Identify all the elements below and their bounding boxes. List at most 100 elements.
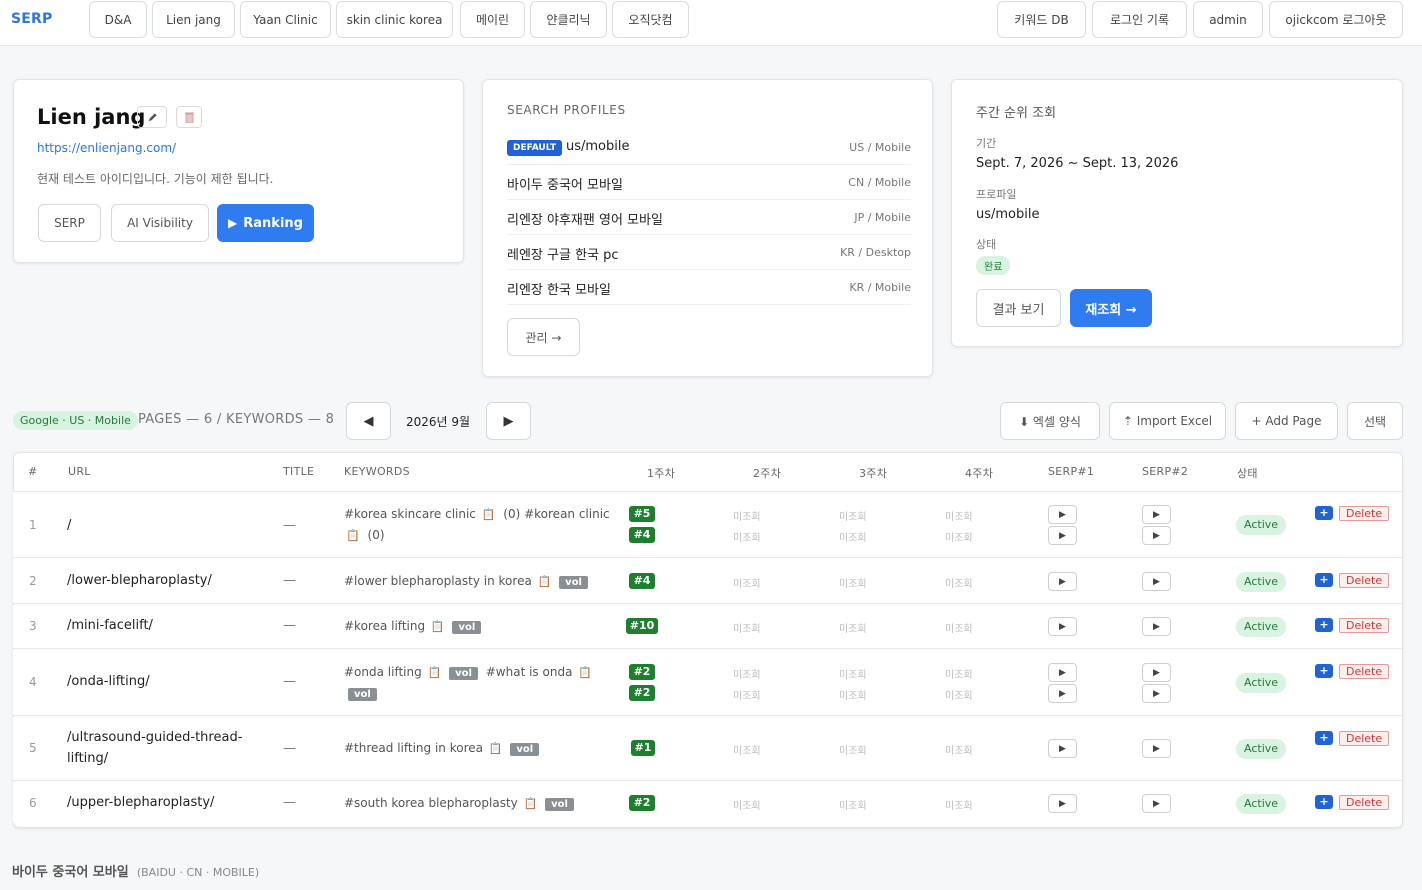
row-keywords-line2: vol [344,686,377,701]
row-url[interactable]: / [67,518,71,533]
excel-template-button[interactable]: ⬇ 엑셀 양식 [1000,402,1100,440]
row-url-line2[interactable]: lifting/ [67,751,108,766]
play-icon[interactable]: ▶ [1142,572,1171,591]
profile-row[interactable]: 리엔장 한국 모바일 KR / Mobile [507,270,911,305]
delete-button[interactable]: Delete [1339,664,1390,679]
vol-badge[interactable]: vol [510,743,540,756]
keyword-text[interactable]: #thread lifting in korea [344,741,483,755]
manage-profiles-button[interactable]: 관리 → [507,318,580,356]
row-number: 4 [29,675,37,689]
import-excel-button[interactable]: ⇡ Import Excel [1109,402,1226,440]
status-badge: Active [1236,673,1287,693]
select-button[interactable]: 선택 [1347,402,1403,440]
clipboard-icon[interactable]: 📋 [538,575,552,588]
clipboard-icon[interactable]: 📋 [428,666,442,679]
play-icon[interactable]: ▶ [1048,739,1077,758]
keyword-text[interactable]: #onda lifting [344,665,422,679]
prev-month-button[interactable]: ◀ [346,402,391,440]
nav-tab-skin-clinic-korea[interactable]: skin clinic korea [336,1,453,38]
play-icon[interactable]: ▶ [1142,794,1171,813]
nav-tab-lien-jang[interactable]: Lien jang [152,1,235,38]
delete-button[interactable]: Delete [1339,795,1390,810]
ai-visibility-button[interactable]: AI Visibility [111,204,209,242]
play-icon[interactable]: ▶ [1142,684,1171,703]
add-keyword-button[interactable]: + [1315,573,1333,587]
add-keyword-button[interactable]: + [1315,506,1333,520]
clipboard-icon[interactable]: 📋 [524,797,538,810]
delete-site-button[interactable] [176,106,202,128]
profile-name: 리엔장 한국 모바일 [507,283,611,298]
delete-button[interactable]: Delete [1339,731,1390,746]
keyword-text[interactable]: #what is onda [486,665,573,679]
row-number: 3 [29,619,37,633]
vol-badge[interactable]: vol [348,688,377,701]
nav-admin[interactable]: admin [1193,1,1263,38]
play-icon[interactable]: ▶ [1048,684,1077,703]
keyword-text[interactable]: #south korea blepharoplasty [344,796,518,810]
row-url[interactable]: /ultrasound-guided-thread- [67,730,242,745]
rank-badge: #2 [629,795,655,811]
delete-button[interactable]: Delete [1339,506,1390,521]
col-header-keywords: KEYWORDS [344,465,410,478]
status-badge: Active [1236,515,1287,535]
row-url[interactable]: /mini-facelift/ [67,618,153,633]
play-icon[interactable]: ▶ [1142,739,1171,758]
edit-button[interactable] [137,106,167,128]
nav-tab-da[interactable]: D&A [89,1,147,38]
top-nav: SERP D&A Lien jang Yaan Clinic skin clin… [0,0,1422,46]
nav-tab-yaan-clinic-kr[interactable]: 얀클리닉 [530,1,607,38]
nav-keyword-db[interactable]: 키워드 DB [997,1,1086,38]
vol-badge[interactable]: vol [452,621,482,634]
nav-tab-yaan-clinic[interactable]: Yaan Clinic [240,1,331,38]
add-keyword-button[interactable]: + [1315,731,1333,745]
nav-login-history[interactable]: 로그인 기록 [1092,1,1187,38]
keyword-text[interactable]: #lower blepharoplasty in korea [344,574,532,588]
profile-row[interactable]: 레엔장 구글 한국 pc KR / Desktop [507,235,911,270]
play-icon[interactable]: ▶ [1048,505,1077,524]
clipboard-icon[interactable]: 📋 [578,666,592,679]
ranking-button[interactable]: ▶ Ranking [217,204,314,242]
play-icon[interactable]: ▶ [1048,526,1077,545]
row-keywords: #thread lifting in korea 📋 vol [344,741,540,756]
brand-logo[interactable]: SERP [11,11,53,27]
play-icon[interactable]: ▶ [1048,794,1077,813]
delete-button[interactable]: Delete [1339,618,1390,633]
vol-badge[interactable]: vol [545,798,574,811]
add-keyword-button[interactable]: + [1315,618,1333,632]
clipboard-icon[interactable]: 📋 [431,620,445,633]
row-url[interactable]: /lower-blepharoplasty/ [67,573,212,588]
clipboard-icon[interactable]: 📋 [346,529,360,542]
keyword-text[interactable]: #korean clinic [524,507,610,521]
nav-tab-meirin[interactable]: 메이린 [460,1,525,38]
row-url[interactable]: /onda-lifting/ [67,674,150,689]
next-month-button[interactable]: ▶ [486,402,531,440]
view-results-button[interactable]: 결과 보기 [976,289,1061,327]
play-icon[interactable]: ▶ [1142,526,1171,545]
add-page-button[interactable]: + Add Page [1235,402,1338,440]
weekly-rank-card: 주간 순위 조회 기간 Sept. 7, 2026 ~ Sept. 13, 20… [951,79,1403,347]
play-icon[interactable]: ▶ [1048,663,1077,682]
vol-badge[interactable]: vol [449,667,478,680]
add-keyword-button[interactable]: + [1315,795,1333,809]
play-icon[interactable]: ▶ [1142,505,1171,524]
play-icon[interactable]: ▶ [1048,572,1077,591]
play-icon[interactable]: ▶ [1048,617,1077,636]
vol-badge[interactable]: vol [559,576,588,589]
nav-logout[interactable]: ojickcom 로그아웃 [1269,1,1403,38]
profile-row[interactable]: DEFAULT us/mobile US / Mobile [507,130,911,165]
clipboard-icon[interactable]: 📋 [482,508,496,521]
clipboard-icon[interactable]: 📋 [489,742,503,755]
row-url[interactable]: /upper-blepharoplasty/ [67,795,214,810]
play-icon[interactable]: ▶ [1142,663,1171,682]
requery-button[interactable]: 재조회 → [1070,289,1152,327]
keyword-text[interactable]: #korea lifting [344,619,425,633]
profile-row[interactable]: 리엔장 야후재팬 영어 모바일 JP / Mobile [507,200,911,235]
nav-tab-ojik[interactable]: 오직닷컴 [612,1,689,38]
add-keyword-button[interactable]: + [1315,664,1333,678]
play-icon[interactable]: ▶ [1142,617,1171,636]
site-url[interactable]: https://enlienjang.com/ [37,141,176,155]
profile-row[interactable]: 바이두 중국어 모바일 CN / Mobile [507,165,911,200]
serp-button[interactable]: SERP [38,204,101,242]
delete-button[interactable]: Delete [1339,573,1390,588]
keyword-text[interactable]: #korea skincare clinic [344,507,476,521]
